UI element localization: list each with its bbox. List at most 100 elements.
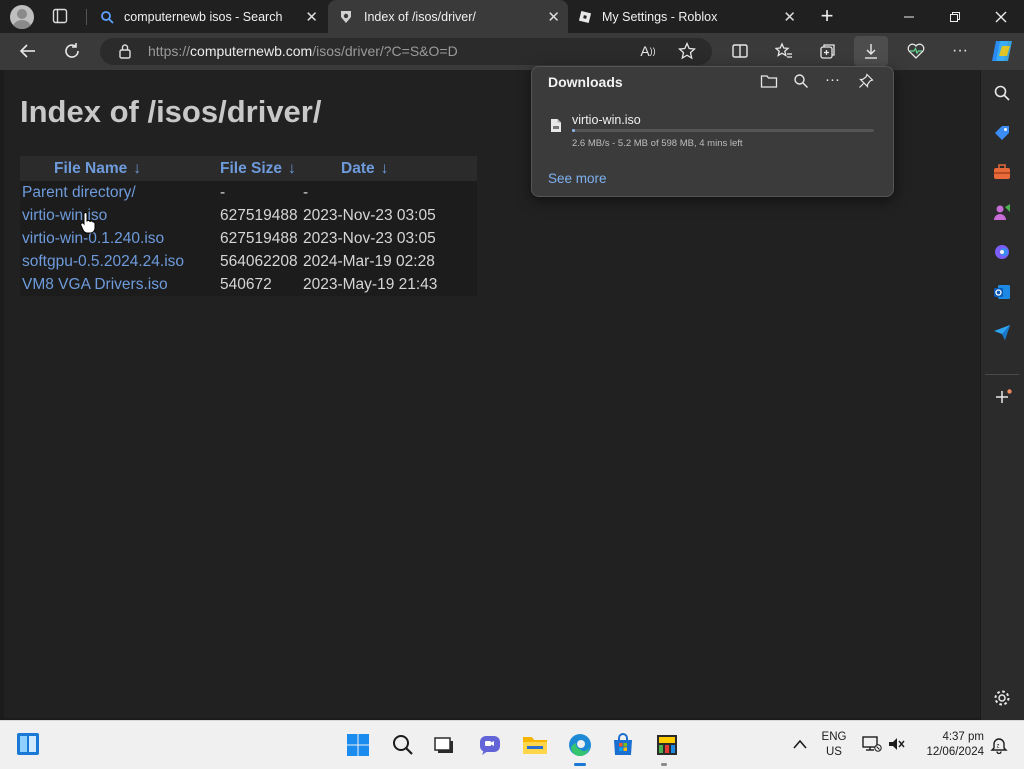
close-tab-icon[interactable]: ✕: [783, 8, 796, 26]
url-host: computernewb.com: [190, 43, 313, 59]
read-aloud-icon[interactable]: A)): [634, 37, 662, 65]
download-progress-track: [572, 129, 874, 132]
sort-arrow-icon: ↓: [380, 159, 389, 177]
start-button[interactable]: [343, 730, 373, 760]
edge-browser-icon[interactable]: [565, 730, 595, 760]
file-name-cell: Parent directory/: [20, 181, 218, 204]
favorite-star-icon[interactable]: [673, 37, 701, 65]
downloads-more-icon[interactable]: ···: [825, 71, 840, 88]
refresh-icon: [65, 43, 79, 58]
back-arrow-icon: [19, 44, 35, 58]
tools-briefcase-icon[interactable]: [993, 163, 1011, 186]
file-size-cell: -: [218, 181, 301, 204]
widgets-icon[interactable]: [16, 732, 40, 761]
teams-chat-icon[interactable]: [475, 730, 505, 760]
volume-muted-icon[interactable]: [888, 736, 906, 757]
close-window-button[interactable]: [978, 0, 1024, 33]
drop-send-icon[interactable]: [993, 323, 1011, 346]
url-path: /isos/driver/?C=S&O=D: [312, 43, 458, 59]
tab-actions-icon[interactable]: [52, 8, 68, 24]
tab-title: Index of /isos/driver/: [364, 9, 476, 24]
url-text[interactable]: https://computernewb.com/isos/driver/?C=…: [148, 43, 458, 59]
sort-arrow-icon: ↓: [133, 159, 141, 177]
pin-icon[interactable]: [858, 73, 874, 94]
download-status: 2.6 MB/s - 5.2 MB of 598 MB, 4 mins left: [572, 138, 743, 149]
close-tab-icon[interactable]: ✕: [547, 8, 560, 26]
microsoft-365-icon[interactable]: [993, 243, 1011, 266]
tab-index-driver[interactable]: Index of /isos/driver/ ✕: [328, 0, 568, 33]
add-sidebar-app-icon[interactable]: [994, 389, 1012, 412]
date-cell: -: [301, 181, 477, 204]
roblox-icon: [578, 10, 592, 23]
games-icon[interactable]: [993, 203, 1011, 226]
active-app-indicator: [574, 763, 586, 766]
file-size-cell: 627519488: [218, 204, 301, 227]
browser-essentials-icon[interactable]: [902, 37, 930, 65]
hand-cursor-icon: [80, 211, 96, 239]
column-header-file-name[interactable]: File Name ↓: [20, 156, 218, 181]
open-folder-icon[interactable]: [760, 73, 778, 94]
download-file-name[interactable]: virtio-win.iso: [572, 113, 641, 127]
site-icon: [341, 10, 351, 23]
table-row: softgpu-0.5.2024.24.iso 564062208 2024-M…: [20, 250, 477, 273]
tab-search[interactable]: computernewb isos - Search ✕: [90, 0, 326, 33]
file-link[interactable]: VM8 VGA Drivers.iso: [22, 276, 168, 293]
download-progress-fill: [572, 129, 575, 132]
input-language[interactable]: ENG US: [818, 730, 850, 760]
close-tab-icon[interactable]: ✕: [305, 8, 318, 26]
new-tab-button[interactable]: +: [815, 3, 839, 29]
column-label: Date: [341, 159, 375, 177]
tab-title: My Settings - Roblox: [602, 9, 718, 24]
minimize-icon: [904, 16, 914, 17]
collections-icon[interactable]: [814, 37, 842, 65]
file-link[interactable]: softgpu-0.5.2024.24.iso: [22, 253, 184, 270]
clock-date: 12/06/2024: [926, 746, 984, 758]
sidebar-search-icon[interactable]: [993, 84, 1011, 107]
refresh-button[interactable]: [58, 37, 86, 65]
file-name-cell: softgpu-0.5.2024.24.iso: [20, 250, 218, 273]
sort-arrow-icon: ↓: [288, 159, 296, 177]
pinned-app-icon[interactable]: [652, 730, 682, 760]
file-size-cell: 564062208: [218, 250, 301, 273]
taskbar-search-icon[interactable]: [388, 730, 418, 760]
file-name-cell: VM8 VGA Drivers.iso: [20, 273, 218, 296]
language-code: ENG: [821, 731, 847, 743]
clock-time: 4:37 pm: [942, 731, 984, 743]
download-icon[interactable]: [857, 37, 885, 65]
tab-roblox[interactable]: My Settings - Roblox ✕: [568, 0, 804, 33]
restore-button[interactable]: [932, 0, 978, 33]
lock-icon[interactable]: [118, 43, 132, 64]
column-header-file-size[interactable]: File Size ↓: [218, 156, 301, 181]
restore-icon: [950, 11, 960, 22]
show-hidden-icons-chevron-icon[interactable]: [792, 737, 808, 755]
copilot-icon[interactable]: [988, 38, 1016, 64]
microsoft-store-icon[interactable]: [608, 730, 638, 760]
date-cell: 2023-Nov-23 03:05: [301, 204, 477, 227]
file-link[interactable]: Parent directory/: [22, 184, 136, 201]
outlook-icon[interactable]: [993, 283, 1011, 306]
file-explorer-icon[interactable]: [520, 730, 550, 760]
notifications-bell-icon[interactable]: z: [990, 736, 1008, 759]
shopping-tag-icon[interactable]: [993, 124, 1011, 147]
avatar-icon: [12, 9, 32, 29]
split-screen-icon[interactable]: [726, 37, 754, 65]
file-icon: [550, 118, 562, 138]
date-cell: 2024-Mar-19 02:28: [301, 250, 477, 273]
back-button[interactable]: [14, 37, 42, 65]
network-icon[interactable]: [862, 735, 882, 758]
minimize-button[interactable]: [886, 0, 932, 33]
see-more-link[interactable]: See more: [548, 171, 607, 186]
page-heading: Index of /isos/driver/: [20, 94, 322, 129]
sidebar-settings-icon[interactable]: [993, 689, 1011, 712]
system-clock[interactable]: 4:37 pm 12/06/2024: [912, 730, 984, 760]
profile-avatar[interactable]: [10, 5, 34, 29]
search-downloads-icon[interactable]: [793, 73, 809, 94]
running-app-indicator: [661, 763, 667, 766]
table-row: VM8 VGA Drivers.iso 540672 2023-May-19 2…: [20, 273, 477, 296]
windows-start-icon: [347, 734, 369, 756]
sidebar-divider: [985, 374, 1019, 375]
more-options-icon[interactable]: ···: [946, 37, 974, 65]
task-view-icon[interactable]: [430, 730, 460, 760]
favorites-icon[interactable]: [770, 37, 798, 65]
column-header-date[interactable]: Date ↓: [301, 156, 477, 181]
